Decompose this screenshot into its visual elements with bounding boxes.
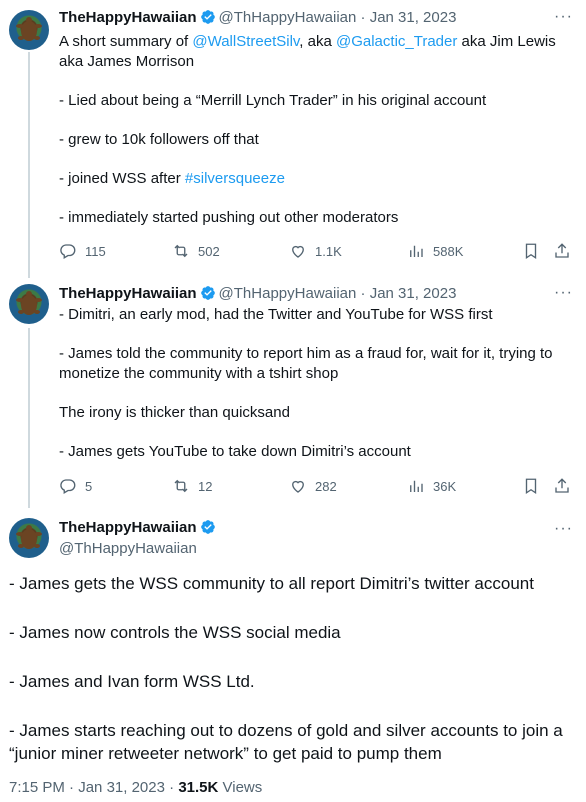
share-button[interactable] (553, 477, 571, 495)
timestamp[interactable]: Jan 31, 2023 (370, 285, 457, 302)
verified-badge-icon (200, 286, 215, 300)
bookmark-icon (525, 243, 537, 260)
retweet-button[interactable]: 12 (172, 477, 212, 495)
share-button[interactable] (553, 242, 571, 260)
avatar[interactable] (9, 10, 49, 50)
mention-link[interactable]: @WallStreetSilv (192, 33, 299, 50)
separator: · (169, 779, 175, 796)
more-icon[interactable]: ··· (554, 9, 572, 30)
share-icon (555, 243, 569, 258)
post-date[interactable]: Jan 31, 2023 (78, 779, 165, 796)
tweet-2[interactable]: TheHappyHawaiian @ThHappyHawaiian · Jan 3… (0, 278, 586, 508)
retweet-count: 12 (198, 478, 213, 494)
tweet-meta: 7:15 PM · Jan 31, 2023 · 31.5K Views (9, 778, 262, 798)
handle[interactable]: @ThHappyHawaiian (219, 9, 357, 26)
paragraph: - James and Ivan form WSS Ltd. (9, 672, 255, 691)
views-icon (410, 245, 423, 257)
action-bar: 115 502 1.1K 588K (59, 242, 569, 262)
share-icon (555, 478, 569, 493)
display-name[interactable]: TheHappyHawaiian (59, 285, 197, 302)
bookmark-button[interactable] (522, 477, 540, 495)
paragraph: - immediately started pushing out other … (59, 209, 399, 226)
thread-line (28, 52, 30, 278)
tweet-header: TheHappyHawaiian @ThHappyHawaiian · Jan 3… (59, 284, 456, 304)
post-time[interactable]: 7:15 PM (9, 779, 65, 796)
action-bar: 5 12 282 36K (59, 477, 569, 497)
views-button[interactable]: 36K (407, 477, 456, 495)
thread-line (28, 328, 30, 508)
retweet-icon (174, 244, 188, 258)
paragraph: - Lied about being a “Merrill Lynch Trad… (59, 92, 487, 109)
views-icon (410, 480, 423, 492)
separator: · (360, 285, 366, 302)
like-icon (292, 245, 304, 258)
handle[interactable]: @ThHappyHawaiian (59, 540, 197, 557)
text-segment: A short summary of (59, 33, 193, 50)
reply-count: 115 (85, 243, 106, 259)
separator: · (69, 779, 75, 796)
bookmark-icon (525, 478, 537, 495)
reply-button[interactable]: 115 (59, 242, 106, 260)
tweet-header: TheHappyHawaiian (59, 518, 219, 538)
verified-badge-icon (200, 10, 215, 24)
text-segment: - joined WSS after (59, 170, 185, 187)
paragraph: - James now controls the WSS social medi… (9, 623, 341, 642)
views-count: 36K (433, 478, 457, 494)
reply-button[interactable]: 5 (59, 477, 92, 495)
verified-badge-icon (200, 520, 215, 534)
paragraph: - Dimitri, an early mod, had the Twitter… (59, 306, 493, 323)
like-icon (292, 480, 304, 493)
like-count: 1.1K (315, 243, 342, 259)
views-button[interactable]: 588K (407, 242, 463, 260)
paragraph: - James starts reaching out to dozens of… (9, 721, 563, 763)
mention-link[interactable]: @Galactic_Trader (336, 33, 457, 50)
reply-icon (60, 479, 76, 494)
display-name[interactable]: TheHappyHawaiian (59, 9, 197, 26)
tweet-header: TheHappyHawaiian @ThHappyHawaiian · Jan 3… (59, 8, 456, 28)
paragraph: - James gets YouTube to take down Dimitr… (59, 443, 411, 460)
retweet-icon (174, 479, 188, 493)
like-button[interactable]: 282 (289, 477, 337, 495)
handle-line: @ThHappyHawaiian (59, 539, 197, 559)
paragraph: - James gets the WSS community to all re… (9, 574, 534, 593)
paragraph: - James told the community to report him… (59, 345, 553, 382)
reply-icon (60, 244, 76, 259)
text-segment: , aka (299, 33, 336, 50)
tweet-text: - Dimitri, an early mod, had the Twitter… (59, 305, 569, 462)
paragraph: - grew to 10k followers off that (59, 131, 259, 148)
reply-count: 5 (85, 478, 93, 494)
avatar[interactable] (9, 284, 49, 324)
avatar[interactable] (9, 518, 49, 558)
views-count: 588K (433, 243, 464, 259)
tweet-text: A short summary of @WallStreetSilv, aka … (59, 32, 569, 228)
views-count: 31.5K (178, 779, 219, 796)
paragraph: The irony is thicker than quicksand (59, 404, 290, 421)
like-button[interactable]: 1.1K (289, 242, 342, 260)
handle[interactable]: @ThHappyHawaiian (219, 285, 357, 302)
hashtag-link[interactable]: #silversqueeze (185, 170, 285, 187)
main-tweet: TheHappyHawaiian @ThHappyHawaiian ··· - … (0, 508, 586, 802)
display-name[interactable]: TheHappyHawaiian (59, 519, 197, 536)
more-icon[interactable]: ··· (554, 521, 572, 542)
tweet-text: - James gets the WSS community to all re… (9, 572, 569, 765)
more-icon[interactable]: ··· (554, 285, 572, 306)
retweet-count: 502 (198, 243, 220, 259)
timestamp[interactable]: Jan 31, 2023 (370, 9, 457, 26)
views-label: Views (222, 779, 263, 796)
tweet-1[interactable]: TheHappyHawaiian @ThHappyHawaiian · Jan 3… (0, 0, 586, 278)
bookmark-button[interactable] (522, 242, 540, 260)
separator: · (360, 9, 366, 26)
retweet-button[interactable]: 502 (172, 242, 220, 260)
like-count: 282 (315, 478, 337, 494)
